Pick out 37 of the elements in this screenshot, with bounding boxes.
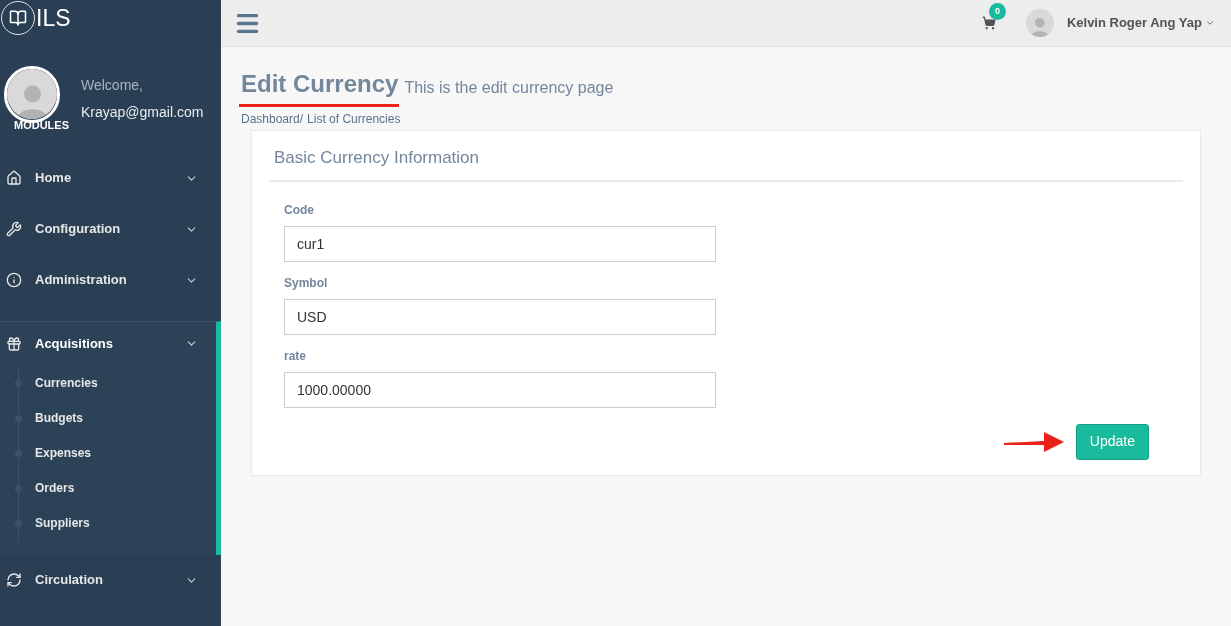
menu-item[interactable]: Circulation — [0, 554, 221, 606]
field-label: rate — [284, 347, 307, 365]
user-email: Krayap@gmail.com — [81, 103, 204, 122]
user-avatar — [1025, 9, 1054, 37]
submenu-item[interactable]: Orders — [35, 479, 75, 497]
submenu-item[interactable]: Expenses — [35, 444, 92, 462]
refresh-icon — [6, 572, 22, 588]
breadcrumb-link[interactable]: List of Currencies — [307, 110, 401, 128]
menu-item[interactable]: Acquisitions — [0, 321, 216, 366]
chevron-icon — [1205, 18, 1215, 28]
page-title: Edit Currency — [241, 69, 399, 99]
brand-name: ILS — [36, 3, 71, 33]
section-label: MODULES — [14, 118, 69, 133]
field-label: Symbol — [284, 274, 329, 292]
welcome-text: Welcome, — [81, 76, 144, 95]
house-icon — [6, 170, 22, 186]
page-subtitle: This is the edit currency page — [404, 78, 614, 98]
user-menu[interactable]: Kelvin Roger Ang Yap — [1066, 13, 1215, 33]
arrow-icon — [1003, 430, 1064, 453]
gift-icon — [6, 335, 22, 352]
submenu-item[interactable]: Budgets — [35, 409, 83, 427]
input-field[interactable]: cur1 — [284, 225, 716, 262]
menu-item[interactable]: Home — [0, 152, 221, 204]
menu-item[interactable]: Administration — [0, 254, 221, 306]
input-field[interactable]: USD — [284, 298, 716, 335]
submenu-item[interactable]: Currencies — [35, 374, 98, 392]
cart-count-badge: 0 — [988, 3, 1006, 20]
cart-icon[interactable] — [981, 16, 996, 30]
profile-avatar — [7, 69, 57, 119]
breadcrumb-link[interactable]: Dashboard/ — [241, 110, 304, 128]
submenu-item[interactable]: Suppliers — [35, 514, 90, 532]
input-field[interactable]: 1000.00000 — [284, 371, 716, 408]
info-icon — [6, 272, 22, 288]
wrench-icon — [6, 221, 22, 237]
field-label: Code — [284, 201, 315, 219]
menu-item[interactable]: Configuration — [0, 203, 221, 255]
card-title: Basic Currency Information — [274, 147, 481, 169]
